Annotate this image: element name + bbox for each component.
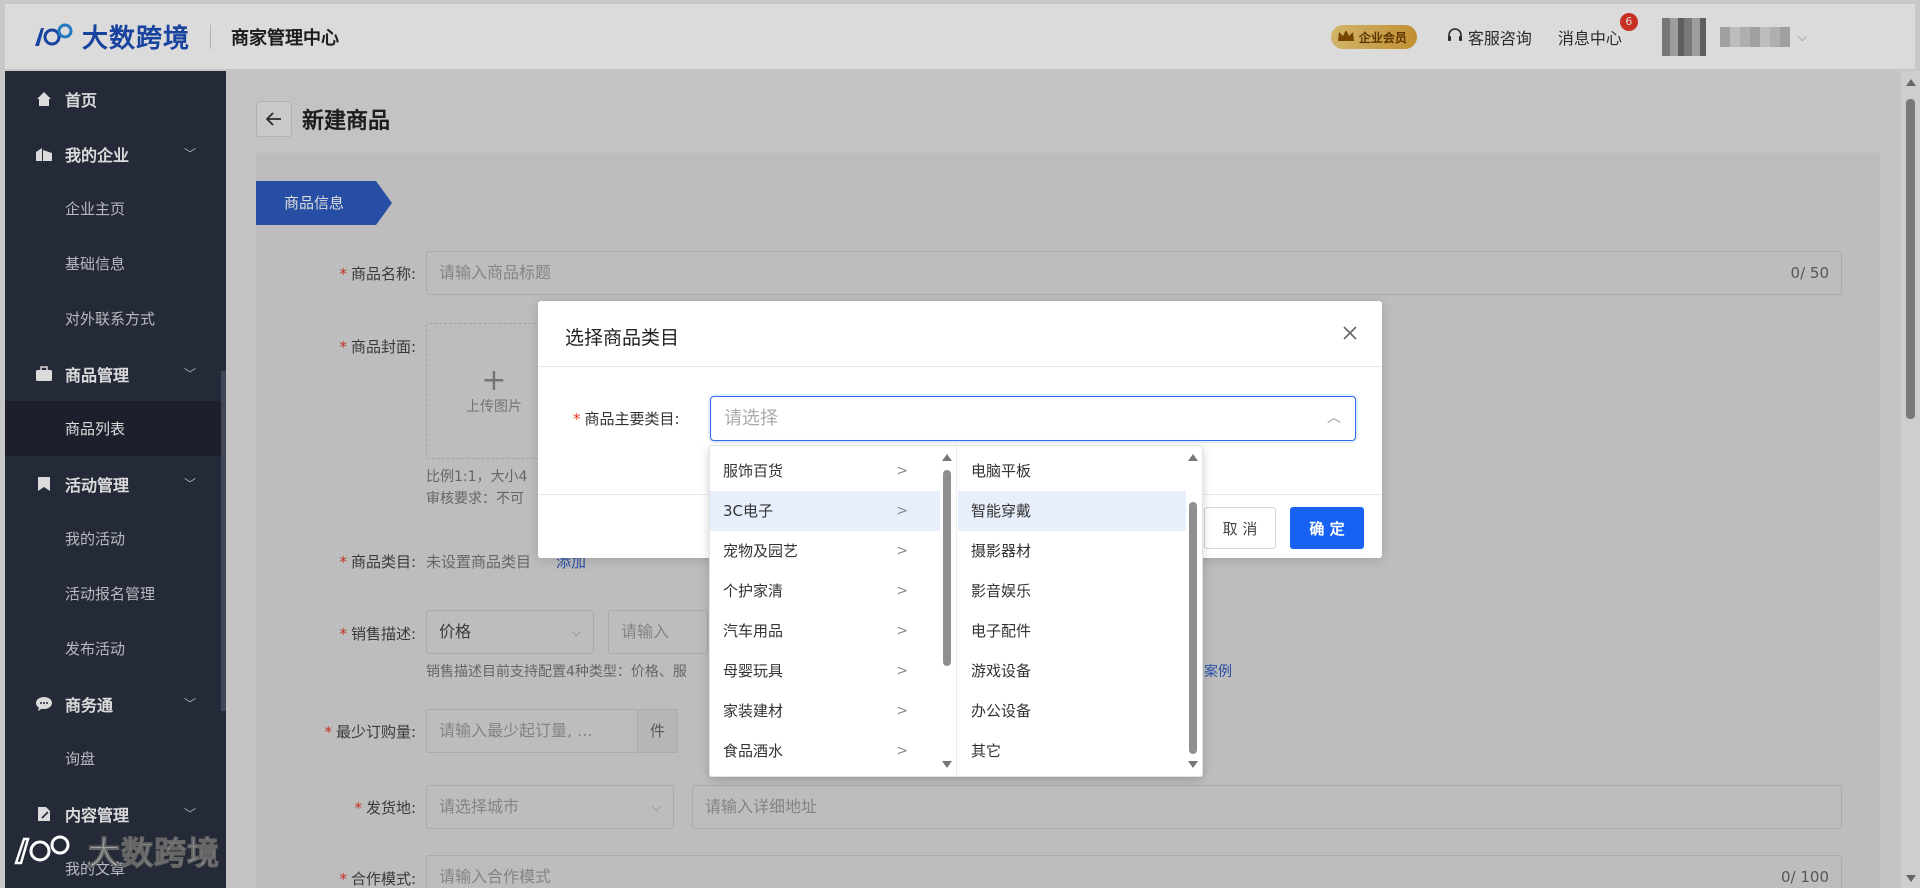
watermark: 大数跨境 (12, 828, 220, 874)
chevron-right-icon: > (896, 543, 908, 559)
chevron-right-icon: > (896, 703, 908, 719)
cascader-level1: 服饰百货 > 3C电子 > 宠物及园艺 > 个护家清 > 汽车用品 > 母婴玩具 > 家装建… (710, 446, 957, 776)
cascader-option[interactable]: 宠物及园艺 > (710, 531, 940, 571)
cascader-option[interactable]: 摄影器材 (958, 531, 1186, 571)
chevron-right-icon: > (896, 503, 908, 519)
cascader-option[interactable]: 电脑平板 (958, 451, 1186, 491)
chevron-right-icon: > (896, 743, 908, 759)
dialog-title: 选择商品类目 (565, 327, 680, 349)
chevron-right-icon: > (896, 463, 908, 479)
chevron-up-icon: ︿ (1327, 410, 1341, 426)
cascader-level2: 电脑平板 智能穿戴 摄影器材 影音娱乐 电子配件 游戏设备 办公设备 其它 (958, 446, 1203, 776)
cascader-option-hover[interactable]: 智能穿戴 (958, 491, 1186, 531)
chevron-right-icon: > (896, 583, 908, 599)
category-cascader-menu: 服饰百货 > 3C电子 > 宠物及园艺 > 个护家清 > 汽车用品 > 母婴玩具 > 家装建… (709, 445, 1203, 777)
cascader-option-selected[interactable]: 3C电子 > (710, 491, 940, 531)
cascader-option[interactable]: 食品酒水 > (710, 731, 940, 771)
cascader-option[interactable]: 电子配件 (958, 611, 1186, 651)
level1-scrollbar[interactable] (941, 446, 953, 776)
main-category-select[interactable]: 请选择 ︿ (710, 396, 1356, 441)
cascader-option[interactable]: 个护家清 > (710, 571, 940, 611)
watermark-text: 大数跨境 (87, 834, 221, 873)
main-category-label: * 商品主要类目: (573, 410, 680, 428)
cascader-option[interactable]: 游戏设备 (958, 651, 1186, 691)
watermark-logo-icon (14, 835, 70, 865)
cascader-option[interactable]: 服饰百货 > (710, 451, 940, 491)
cascader-option[interactable]: 汽车用品 > (710, 611, 940, 651)
cascader-option[interactable]: 家装建材 > (710, 691, 940, 731)
level2-scrollbar[interactable] (1187, 446, 1199, 776)
chevron-right-icon: > (896, 663, 908, 679)
confirm-button[interactable]: 确 定 (1290, 507, 1364, 549)
close-icon[interactable] (1340, 323, 1360, 343)
cascader-option[interactable]: 影音娱乐 (958, 571, 1186, 611)
chevron-right-icon: > (896, 623, 908, 639)
cascader-option[interactable]: 母婴玩具 > (710, 651, 940, 691)
cancel-button[interactable]: 取 消 (1204, 507, 1276, 549)
cascader-option[interactable]: 办公设备 (958, 691, 1186, 731)
cascader-option[interactable]: 其它 (958, 731, 1186, 771)
